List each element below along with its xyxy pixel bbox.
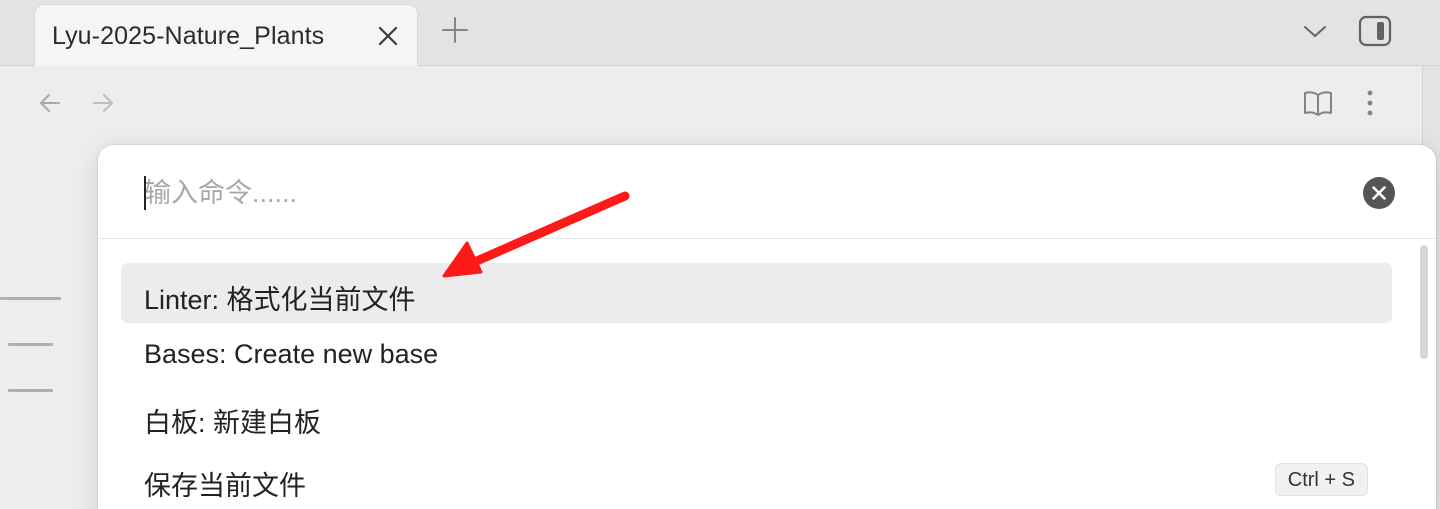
more-vertical-icon[interactable] <box>1360 88 1380 118</box>
app-window: Lyu-2025-Nature_Plants 输入命令...... Linter… <box>0 0 1440 509</box>
plus-icon[interactable] <box>441 16 469 44</box>
command-item-label: Bases: Create new base <box>144 339 439 369</box>
outline-line <box>8 389 53 392</box>
command-search-input[interactable] <box>144 173 1324 213</box>
sidebar-toggle-icon[interactable] <box>1357 13 1393 49</box>
book-open-icon[interactable] <box>1302 88 1334 118</box>
outline-line <box>8 343 53 346</box>
command-palette: Linter: 格式化当前文件 Bases: Create new base 白… <box>98 145 1436 509</box>
command-item-label: 保存当前文件 <box>144 471 306 501</box>
outline-line <box>0 297 61 300</box>
command-item[interactable]: Linter: 格式化当前文件 <box>121 263 1392 323</box>
command-item[interactable]: 白板: 新建白板 <box>121 386 1392 446</box>
hotkey-badge: Ctrl + S <box>1274 463 1368 496</box>
command-item-label: Linter: 格式化当前文件 <box>144 285 416 315</box>
text-cursor <box>144 176 146 210</box>
close-icon[interactable] <box>376 24 400 48</box>
tab-strip: Lyu-2025-Nature_Plants <box>0 0 1440 66</box>
close-circle-icon[interactable] <box>1362 176 1396 210</box>
command-prompt <box>98 145 1436 239</box>
scrollbar-thumb[interactable] <box>1420 245 1428 359</box>
arrow-right-icon[interactable] <box>90 90 116 116</box>
command-item-label: 白板: 新建白板 <box>144 408 322 438</box>
tab-title: Lyu-2025-Nature_Plants <box>52 22 325 50</box>
command-item[interactable]: 保存当前文件 Ctrl + S <box>121 449 1392 509</box>
tab-active[interactable]: Lyu-2025-Nature_Plants <box>34 4 418 66</box>
chevron-down-icon[interactable] <box>1302 20 1328 42</box>
arrow-left-icon[interactable] <box>37 90 63 116</box>
command-item[interactable]: Bases: Create new base <box>121 324 1392 384</box>
